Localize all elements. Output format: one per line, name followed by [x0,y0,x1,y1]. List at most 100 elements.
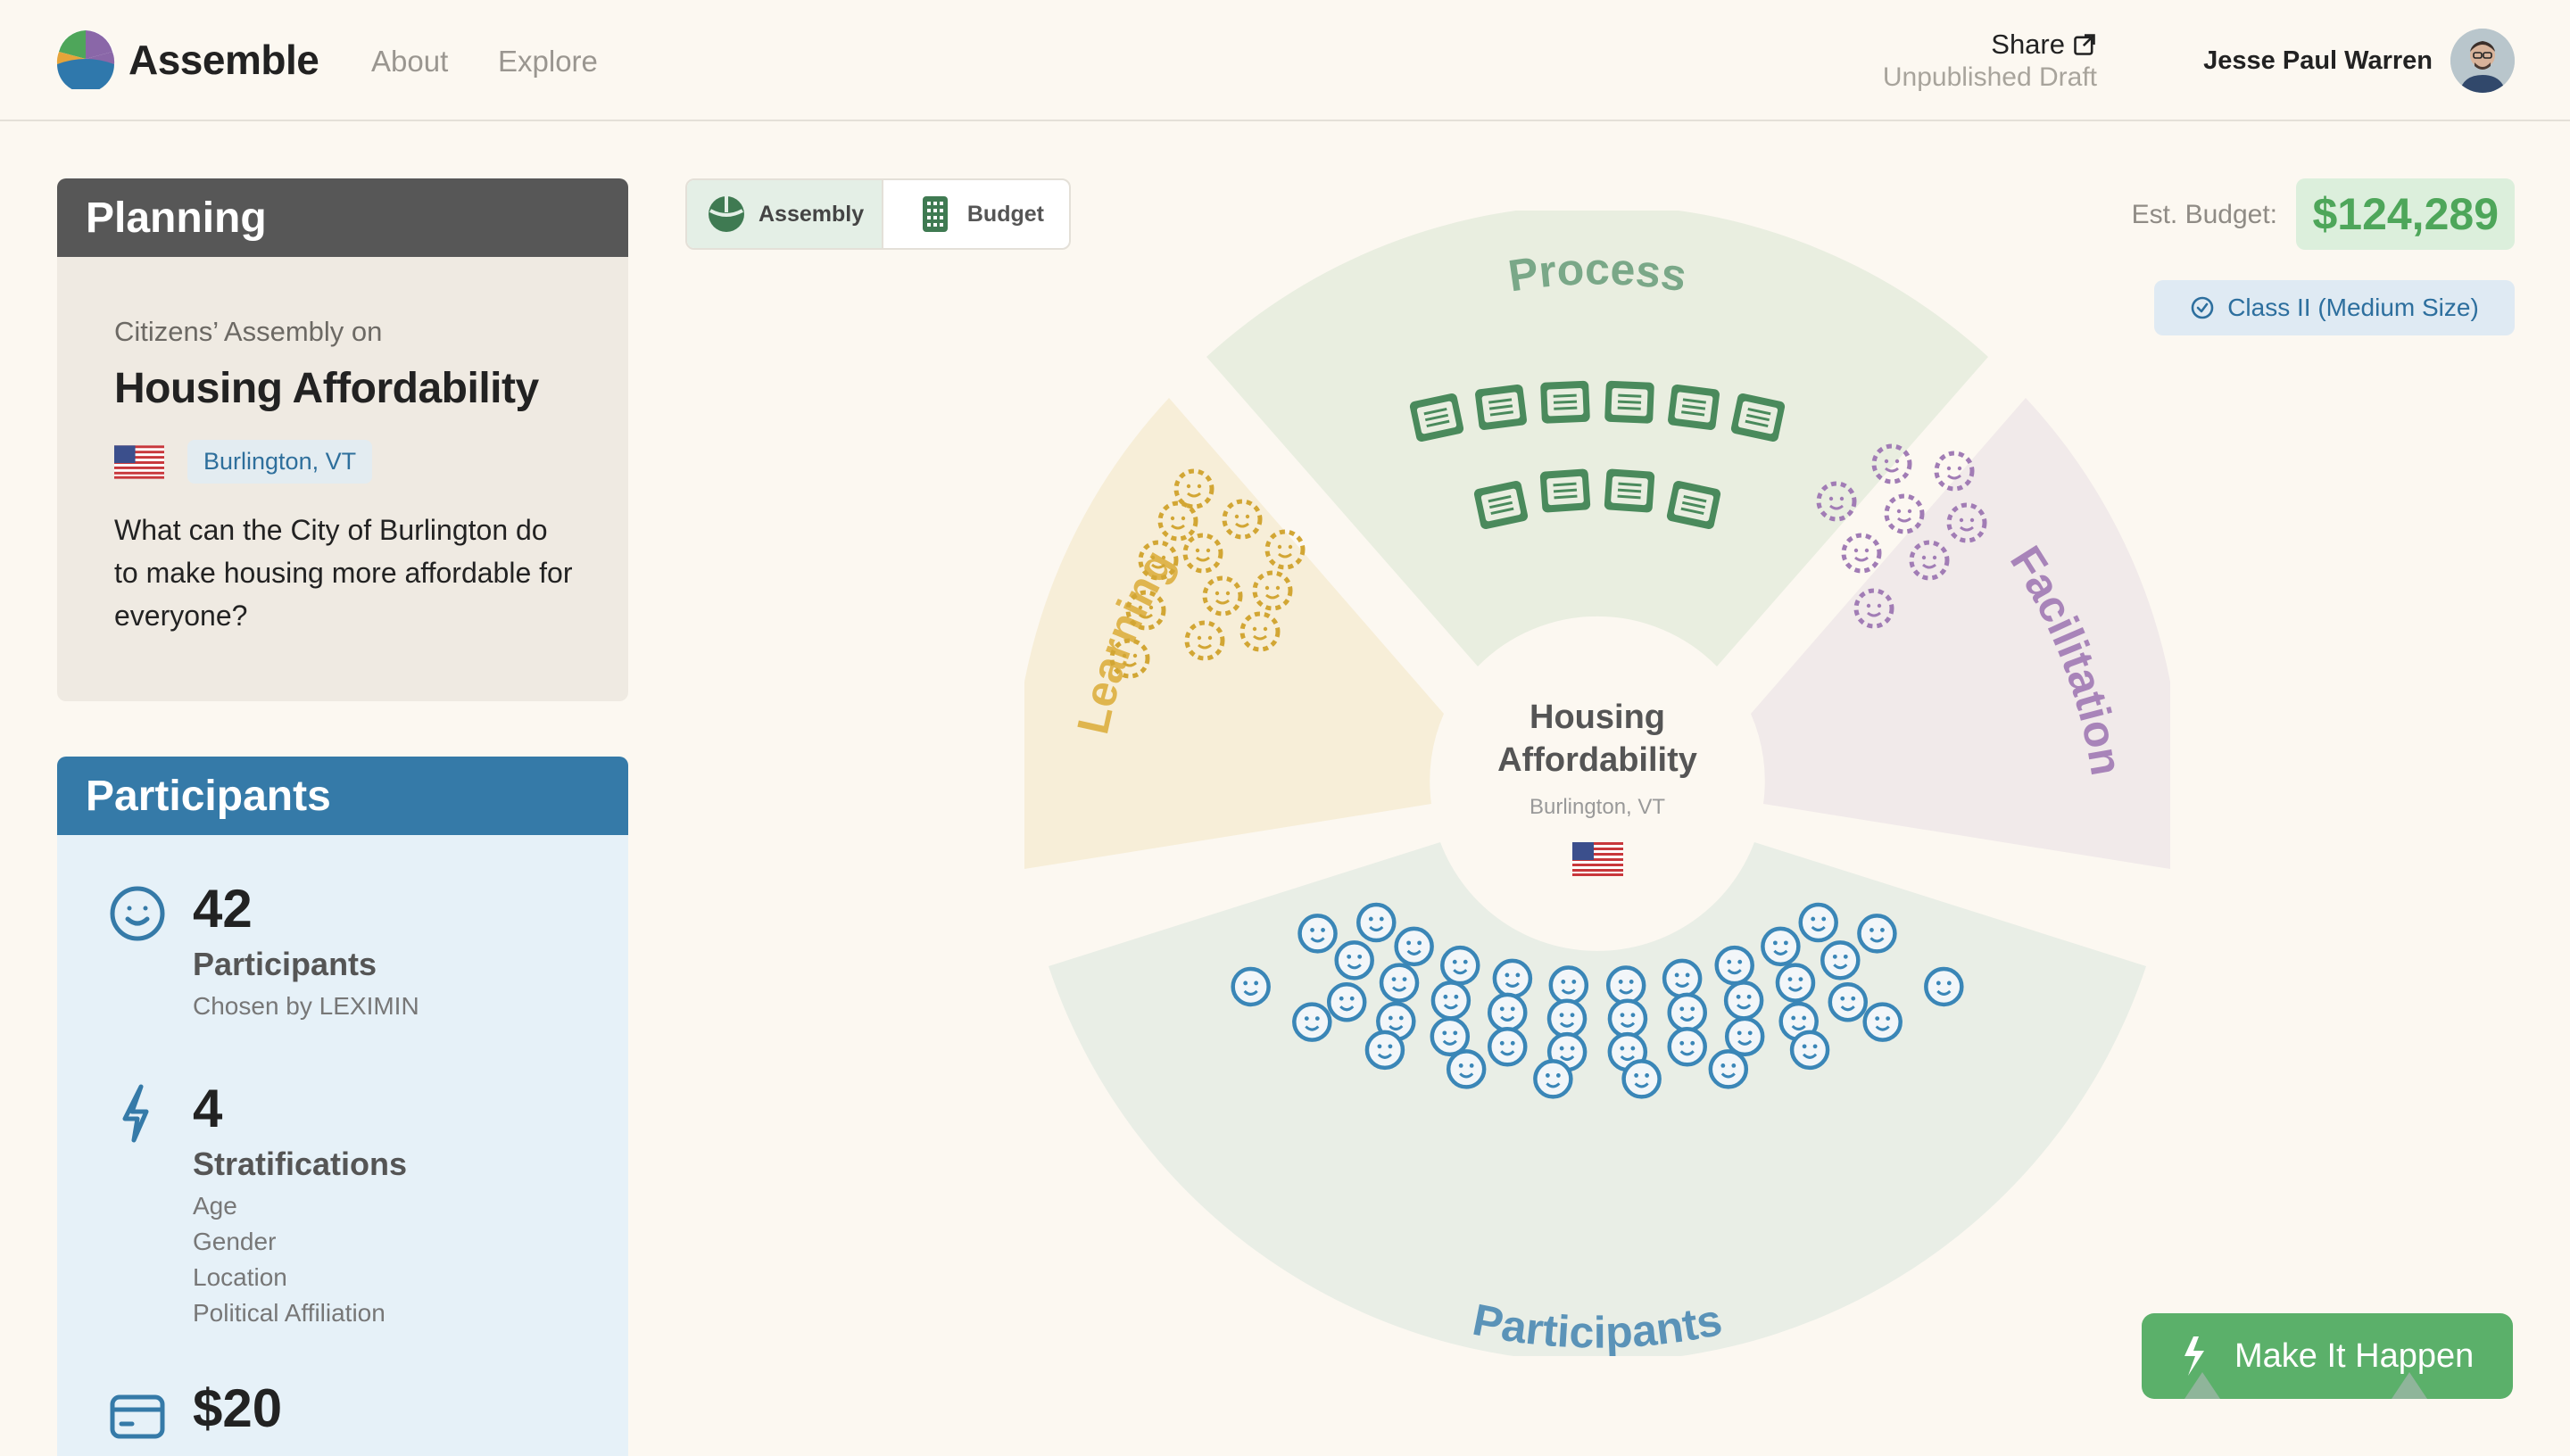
top-bar: Assemble About Explore Share Unpublished… [0,0,2570,121]
participant-seat-icon [1356,902,1397,943]
participant-seat-icon [1761,926,1801,967]
external-link-icon [2074,34,2095,55]
center-title-line2: Affordability [1497,741,1697,779]
participant-seat-icon [1548,965,1589,1005]
participant-seat-icon [1667,992,1707,1033]
planning-heading: Planning [57,178,628,257]
calculator-icon [922,196,948,232]
nav-about-link[interactable]: About [371,45,448,79]
participant-seat-icon [1430,1016,1471,1057]
participant-seat-icon [1662,958,1703,999]
stratification-location: Location [193,1263,287,1291]
participant-seat-icon [1789,1030,1830,1071]
participant-seat-icon [1488,1027,1528,1067]
participants-card: Participants 42 Participants Chosen by L… [57,757,628,1456]
process-label: Process [1505,244,1690,301]
check-circle-icon [2191,296,2214,319]
participant-seat-icon [1828,981,1869,1022]
assembly-wheel: Process Learning Facilitation Participan… [1024,211,2170,1356]
make-it-happen-button[interactable]: Make It Happen [2142,1313,2513,1399]
participant-seat-icon [1488,992,1528,1033]
participant-seat-icon [1667,1027,1707,1067]
participants-count: 42 [193,879,253,939]
assembly-pre-title: Citizens’ Assembly on [114,316,383,347]
assembly-location: Burlington, VT [114,440,628,484]
participant-seat-icon [1533,1059,1573,1099]
participant-seat-icon [1724,1016,1765,1057]
mountain-icon [2392,1372,2427,1399]
stratification-political: Political Affiliation [193,1299,386,1327]
participant-seat-icon [1708,1049,1749,1089]
participant-seat-icon [1862,1002,1903,1042]
smiley-icon [110,886,165,941]
participant-seat-icon [1430,980,1472,1021]
participant-seat-icon [1492,958,1533,999]
mountain-icon [2184,1372,2220,1399]
location-badge: Burlington, VT [187,440,373,484]
participant-seat-icon [1446,1049,1487,1089]
participant-seat-icon [1775,963,1816,1003]
document-icon [1475,384,1527,430]
participant-seat-icon [1231,966,1271,1007]
cta-label: Make It Happen [2234,1336,2475,1375]
assembly-title: Housing Affordability [114,365,539,412]
center-location: Burlington, VT [1530,795,1665,819]
assembly-class-badge[interactable]: Class II (Medium Size) [2154,280,2515,335]
participant-seat-icon [1798,902,1838,943]
stratification-age: Age [193,1192,237,1220]
participant-seat-icon [1820,940,1861,980]
stratifications-count: 4 [193,1079,223,1138]
us-flag-icon [114,444,164,479]
nav-explore-link[interactable]: Explore [498,45,598,79]
assembly-icon [709,196,744,232]
assembly-class-label: Class II (Medium Size) [2227,294,2479,321]
assembly-view-tab[interactable]: Assembly [687,180,882,248]
document-icon [1668,384,1720,430]
participant-seat-icon [1326,981,1367,1022]
document-icon [1539,468,1591,513]
center-title-line1: Housing [1530,699,1665,736]
participant-seat-icon [1857,914,1897,954]
assembly-question: What can the City of Burlington do to ma… [114,514,573,632]
participant-seat-icon [1546,998,1588,1038]
participants-heading: Participants [57,757,628,835]
participant-seat-icon [1440,945,1480,986]
participant-seat-icon [1364,1030,1405,1071]
center-us-flag-icon [1572,842,1623,876]
participant-seat-icon [1334,940,1374,980]
participant-seat-icon [1924,966,1964,1007]
participant-seat-icon [1723,980,1764,1021]
share-label: Share [1991,29,2065,60]
stratifications-label: Stratifications [193,1146,408,1182]
participant-seat-icon [1292,1002,1332,1042]
share-button[interactable]: Share [1991,29,2097,61]
selection-method: Chosen by LEXIMIN [193,992,419,1020]
user-name[interactable]: Jesse Paul Warren [2203,46,2433,76]
participant-seat-icon [1605,965,1646,1005]
document-icon [1604,380,1654,424]
card-icon [110,1394,165,1439]
participants-label: Participants [193,946,377,982]
stipend-value: $20 [193,1378,283,1438]
brand-name[interactable]: Assemble [128,36,319,84]
participant-seat-icon [1714,945,1754,986]
view-toggle: Assembly Budget [685,178,1071,250]
document-icon [1540,380,1590,424]
participants-segment[interactable] [1049,842,2146,1356]
lightning-icon [122,1084,149,1143]
participant-seat-icon [1379,963,1420,1003]
facilitator-icon [1884,493,1925,534]
participant-seat-icon [1394,926,1434,967]
draft-status: Unpublished Draft [1882,62,2097,92]
assembly-tab-label: Assembly [759,201,865,227]
user-avatar[interactable] [2450,29,2515,93]
wheel-center: Housing Affordability Burlington, VT [1497,699,1697,876]
planning-card: Planning Citizens’ Assembly on Housing A… [57,178,628,701]
facilitator-icon [1841,533,1882,574]
participant-seat-icon [1621,1059,1662,1099]
participant-seat-icon [1607,998,1648,1038]
assemble-logo-icon[interactable] [55,29,116,89]
document-icon [1604,468,1655,513]
stratification-gender: Gender [193,1228,277,1255]
budget-value: $124,289 [2296,178,2515,250]
